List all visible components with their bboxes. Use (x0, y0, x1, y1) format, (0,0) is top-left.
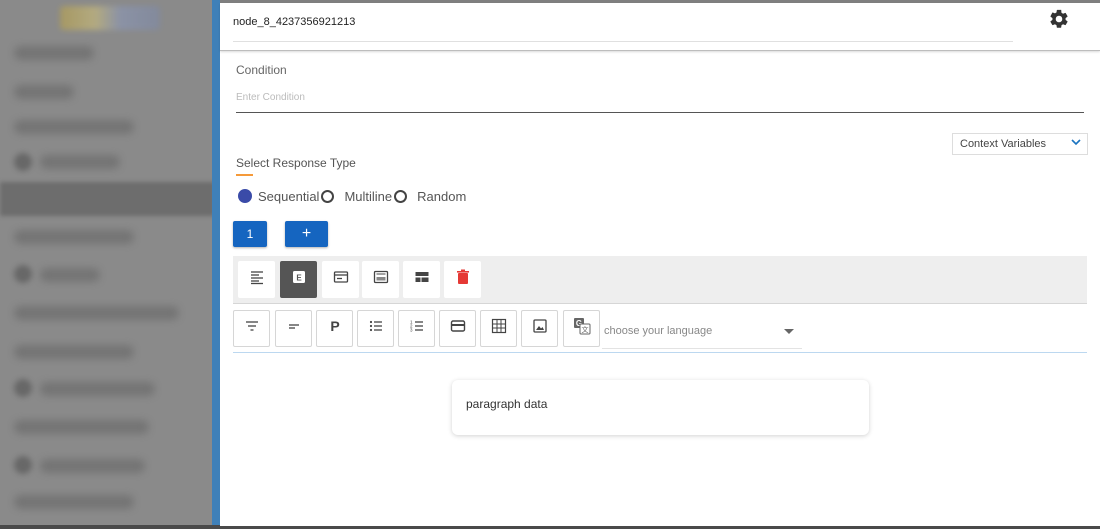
language-select[interactable]: choose your language (602, 313, 802, 349)
sidebar-item (40, 382, 155, 396)
card-icon (333, 269, 349, 290)
svg-text:3: 3 (410, 328, 413, 333)
sidebar-item (40, 155, 120, 169)
radio-multiline[interactable] (321, 189, 335, 203)
gear-icon[interactable] (1048, 8, 1070, 30)
image-button[interactable] (521, 310, 558, 347)
sidebar-item-icon (14, 153, 32, 171)
response-page-1-button[interactable]: 1 (233, 221, 267, 247)
response-type-toolbar: E (233, 256, 1087, 304)
bulleted-list-button[interactable] (357, 310, 394, 347)
context-variables-select[interactable]: Context Variables (952, 133, 1088, 155)
radio-label-sequential: Sequential (258, 188, 320, 204)
paragraph-card[interactable]: paragraph data (452, 380, 869, 435)
editor-response-button[interactable]: E (280, 261, 317, 298)
table-button[interactable] (480, 310, 517, 347)
numbered-list-button[interactable]: 123 (398, 310, 435, 347)
text-align-left-icon (249, 269, 265, 290)
editor-icon: E (291, 269, 307, 290)
template-response-button[interactable] (403, 261, 440, 298)
paragraph-icon: P (327, 318, 343, 339)
condition-input[interactable] (236, 83, 1084, 113)
translate-button[interactable]: G文 (563, 310, 600, 347)
sidebar-item (40, 268, 100, 282)
formatting-toolbar: P 123 G 文 choose your language (233, 309, 1087, 353)
radio-label-random: Random (417, 188, 467, 204)
chevron-down-icon (1071, 137, 1081, 150)
sidebar-item (14, 345, 134, 359)
card-button[interactable] (439, 310, 476, 347)
svg-text:E: E (296, 274, 302, 283)
radio-sequential[interactable] (238, 189, 252, 203)
table-icon (491, 318, 507, 339)
node-title-underline (233, 41, 1013, 42)
radio-label-multiline: Multiline (344, 188, 393, 204)
add-response-button[interactable]: + (285, 221, 328, 247)
sidebar-item (14, 46, 94, 60)
text-response-button[interactable] (238, 261, 275, 298)
delete-response-button[interactable] (444, 261, 481, 298)
condition-label: Condition (236, 63, 287, 77)
carousel-icon (373, 269, 389, 290)
filter-icon (244, 318, 260, 339)
panel-header: node_8_4237356921213 (220, 3, 1100, 51)
bulleted-list-icon (368, 318, 384, 339)
numbered-list-icon: 123 (409, 318, 425, 339)
caret-down-icon (784, 329, 794, 334)
short-text-icon (286, 318, 302, 339)
sidebar-item (14, 495, 134, 509)
sidebar-item (14, 230, 134, 244)
svg-text:P: P (330, 318, 339, 334)
response-type-underline (236, 174, 253, 176)
sidebar-item-icon (14, 265, 32, 283)
delete-icon (456, 269, 470, 290)
card-response-button[interactable] (322, 261, 359, 298)
radio-random[interactable] (394, 189, 408, 203)
node-title[interactable]: node_8_4237356921213 (233, 16, 355, 28)
brand-logo (60, 6, 160, 30)
sidebar-item (40, 459, 145, 473)
sidebar-background (0, 0, 215, 529)
carousel-response-button[interactable] (362, 261, 399, 298)
context-variables-label: Context Variables (960, 138, 1047, 150)
sidebar-item (14, 120, 134, 134)
language-select-placeholder: choose your language (604, 325, 713, 337)
sidebar-item-active (0, 182, 215, 216)
short-text-button[interactable] (275, 310, 312, 347)
sidebar-item-icon (14, 456, 32, 474)
node-editor-panel: node_8_4237356921213 Condition Context V… (220, 3, 1100, 526)
template-icon (414, 269, 430, 290)
paragraph-button[interactable]: P (316, 310, 353, 347)
filter-button[interactable] (233, 310, 270, 347)
panel-accent-bar (212, 0, 220, 529)
sidebar-item-icon (14, 379, 32, 397)
translate-icon: G文 (573, 317, 591, 340)
sidebar-item (14, 85, 74, 99)
svg-text:文: 文 (581, 325, 588, 334)
sidebar-item (14, 420, 149, 434)
paragraph-text[interactable]: paragraph data (466, 397, 547, 411)
response-type-group: Sequential Multiline Random (238, 186, 468, 206)
card-icon (450, 318, 466, 339)
response-type-label: Select Response Type (236, 156, 356, 170)
image-icon (532, 318, 548, 339)
sidebar-item (14, 306, 179, 320)
